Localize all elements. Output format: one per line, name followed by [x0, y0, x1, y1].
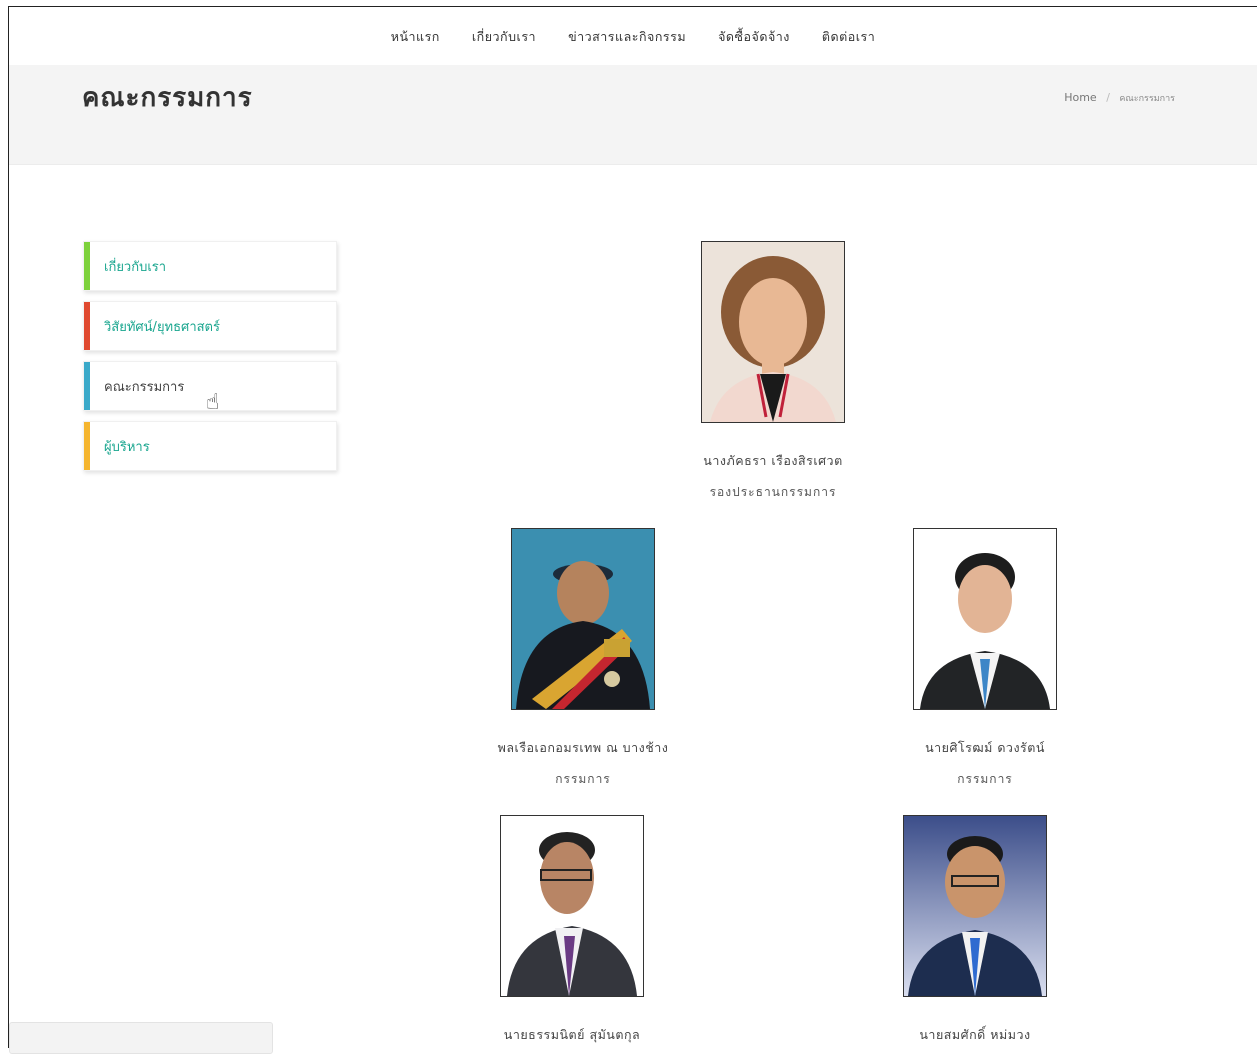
board-member-card: นางภัคธรา เรืองสิรเศวต รองประธานกรรมการ — [653, 241, 893, 502]
board-member-card: นายศิโรฒม์ ดวงรัตน์ กรรมการ — [865, 528, 1105, 789]
member-photo — [701, 241, 845, 423]
sidebar-accent-bar — [84, 242, 90, 290]
hand-cursor-icon: ☝ — [206, 390, 220, 415]
sidebar-item-executives[interactable]: ผู้บริหาร — [83, 421, 337, 471]
sidebar-item-label: ผู้บริหาร — [104, 439, 150, 455]
member-role: รองประธานกรรมการ — [709, 485, 837, 499]
sidebar-item-label: เกี่ยวกับเรา — [104, 259, 167, 275]
sidebar-item-about[interactable]: เกี่ยวกับเรา — [83, 241, 337, 291]
member-name: นายศิโรฒม์ ดวงรัตน์ — [925, 740, 1045, 755]
bottom-panel — [9, 1022, 273, 1054]
sidebar-accent-bar — [84, 362, 90, 410]
nav-home[interactable]: หน้าแรก — [391, 25, 440, 47]
breadcrumb: Home / คณะกรรมการ — [1064, 91, 1175, 105]
breadcrumb-current: คณะกรรมการ — [1119, 94, 1175, 104]
sidebar-item-vision[interactable]: วิสัยทัศน์/ยุทธศาสตร์ — [83, 301, 337, 351]
sidebar-item-label: วิสัยทัศน์/ยุทธศาสตร์ — [104, 319, 220, 335]
member-photo — [500, 815, 644, 997]
member-name: นายสมศักดิ์ หม่มวง — [919, 1027, 1031, 1042]
member-photo — [903, 815, 1047, 997]
nav-about[interactable]: เกี่ยวกับเรา — [472, 25, 536, 47]
board-member-card: นายธรรมนิตย์ สุมันตกุล — [452, 815, 692, 1057]
nav-procurement[interactable]: จัดซื้อจัดจ้าง — [718, 25, 790, 47]
member-name: นางภัคธรา เรืองสิรเศวต — [703, 453, 843, 468]
sidebar-item-label: คณะกรรมการ — [104, 379, 185, 395]
sidebar-menu: เกี่ยวกับเรา วิสัยทัศน์/ยุทธศาสตร์ คณะกร… — [83, 241, 337, 481]
page-title: คณะกรรมการ — [82, 83, 253, 113]
member-name: พลเรือเอกอมรเทพ ณ บางช้าง — [497, 740, 669, 755]
nav-contact[interactable]: ติดต่อเรา — [822, 25, 875, 47]
board-member-card: พลเรือเอกอมรเทพ ณ บางช้าง กรรมการ — [463, 528, 703, 789]
breadcrumb-home[interactable]: Home — [1064, 91, 1096, 104]
member-role: กรรมการ — [957, 772, 1013, 786]
top-navigation: หน้าแรก เกี่ยวกับเรา ข่าวสารและกิจกรรม จ… — [9, 7, 1257, 65]
member-name: นายธรรมนิตย์ สุมันตกุล — [503, 1027, 641, 1042]
sidebar-accent-bar — [84, 302, 90, 350]
board-member-card: นายสมศักดิ์ หม่มวง — [855, 815, 1095, 1057]
page-header: คณะกรรมการ Home / คณะกรรมการ — [9, 65, 1257, 165]
member-photo — [913, 528, 1057, 710]
sidebar-accent-bar — [84, 422, 90, 470]
breadcrumb-separator: / — [1106, 91, 1110, 104]
nav-news[interactable]: ข่าวสารและกิจกรรม — [568, 25, 686, 47]
member-role: กรรมการ — [555, 772, 611, 786]
member-photo — [511, 528, 655, 710]
